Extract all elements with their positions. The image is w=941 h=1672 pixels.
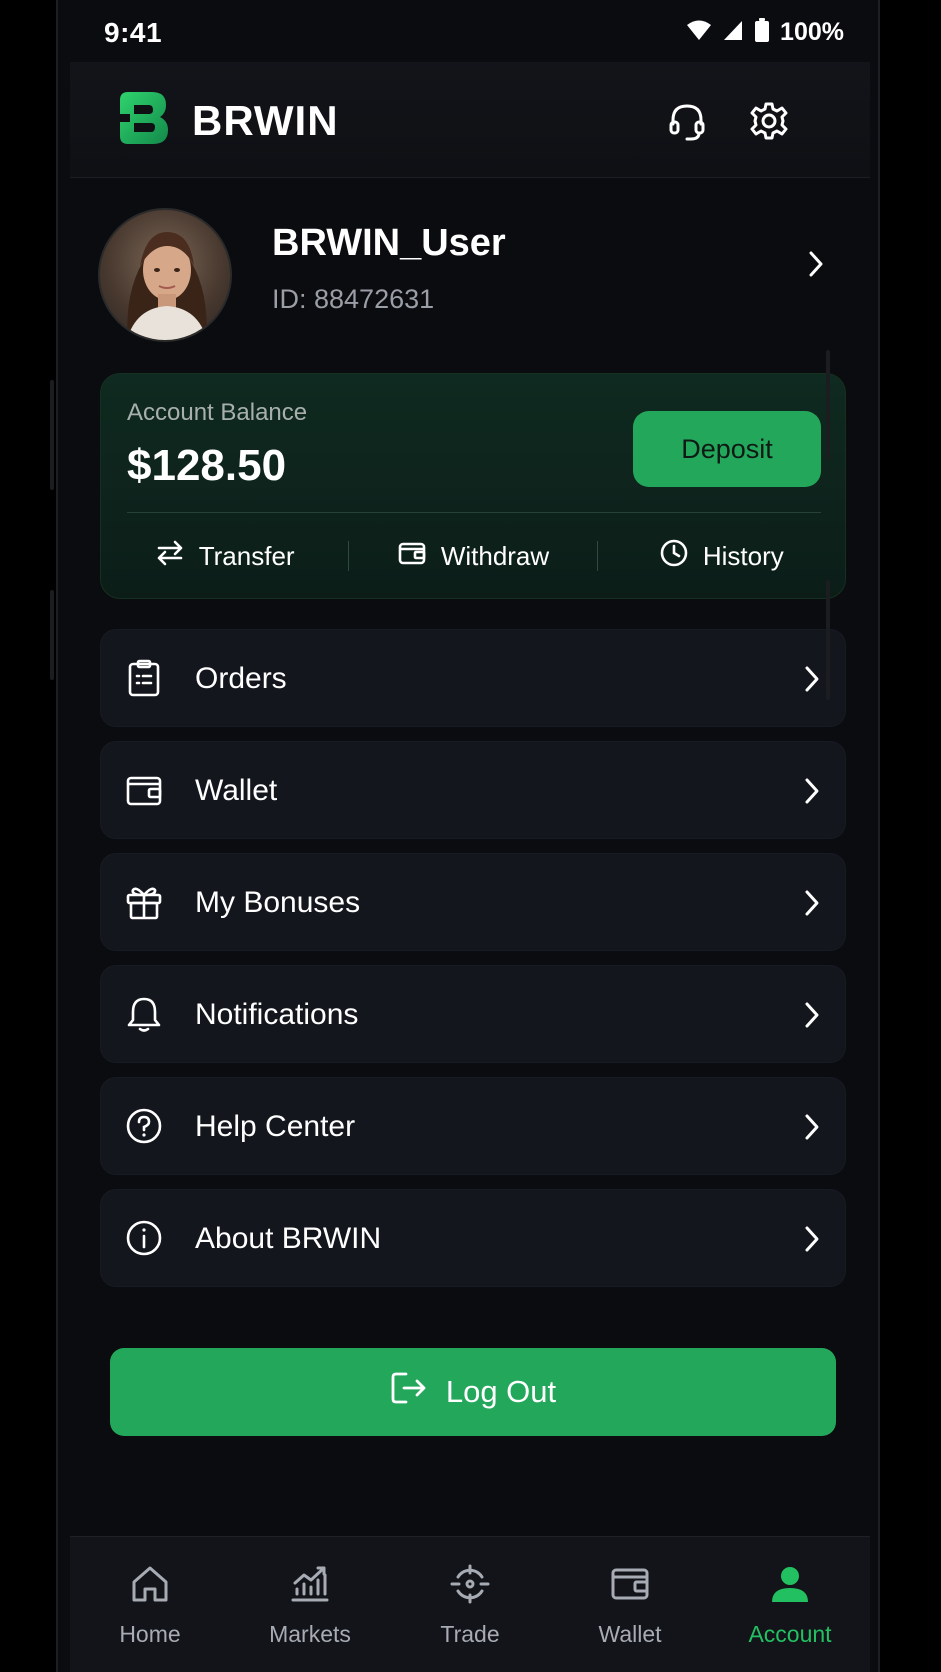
nav-item-markets[interactable]: Markets — [230, 1537, 390, 1672]
battery-percentage: 100% — [780, 18, 844, 46]
user-id: ID: 88472631 — [272, 284, 435, 314]
avatar — [98, 208, 232, 342]
wallet-icon — [397, 538, 427, 575]
user-icon — [769, 1563, 811, 1611]
menu-item-help-center[interactable]: Help Center — [100, 1077, 846, 1175]
menu-item-notifications[interactable]: Notifications — [100, 965, 846, 1063]
nav-item-account[interactable]: Account — [710, 1537, 870, 1672]
chevron-right-icon — [803, 664, 821, 699]
divider — [127, 512, 821, 513]
balance-card: Account Balance $128.50 Deposit Transfer — [100, 373, 846, 599]
bell-icon — [123, 993, 165, 1035]
chevron-right-icon — [803, 1224, 821, 1259]
menu-label: My Bonuses — [195, 886, 361, 919]
nav-label: Home — [119, 1621, 181, 1647]
chevron-right-icon — [806, 248, 826, 285]
logout-button[interactable]: Log Out — [110, 1348, 836, 1436]
menu-label: Notifications — [195, 998, 359, 1031]
history-button[interactable]: History — [598, 538, 845, 575]
nav-item-home[interactable]: Home — [70, 1537, 230, 1672]
headset-icon[interactable] — [664, 98, 710, 144]
nav-label: Trade — [440, 1621, 500, 1647]
chevron-right-icon — [803, 1000, 821, 1035]
trade-icon — [449, 1563, 491, 1611]
wallet-icon — [123, 769, 165, 811]
balance-label: Account Balance — [127, 399, 308, 426]
chevron-right-icon — [803, 776, 821, 811]
menu-item-about[interactable]: About BRWIN — [100, 1189, 846, 1287]
transfer-button[interactable]: Transfer — [101, 538, 348, 575]
info-icon — [123, 1217, 165, 1259]
balance-actions: Transfer Withdraw History — [101, 524, 845, 588]
history-label: History — [702, 540, 784, 571]
wifi-icon — [686, 19, 712, 46]
side-button — [50, 590, 54, 680]
home-icon — [129, 1563, 171, 1611]
menu-item-orders[interactable]: Orders — [100, 629, 846, 727]
bottom-nav: Home Markets Trade Wallet Account — [70, 1536, 870, 1672]
brand-name: BRWIN — [192, 96, 339, 144]
menu-label: Orders — [195, 662, 287, 695]
transfer-label: Transfer — [198, 540, 295, 571]
gift-icon — [123, 881, 165, 923]
nav-item-trade[interactable]: Trade — [390, 1537, 550, 1672]
signal-icon — [722, 19, 744, 46]
deposit-button[interactable]: Deposit — [633, 411, 821, 487]
battery-icon — [754, 18, 770, 47]
menu-item-wallet[interactable]: Wallet — [100, 741, 846, 839]
app-header: BRWIN — [70, 62, 870, 178]
nav-label: Account — [748, 1621, 832, 1647]
logout-icon — [390, 1370, 428, 1414]
balance-amount: $128.50 — [127, 441, 287, 490]
phone-screen: 9:41 100% BRWIN BRWIN_User ID: 88472631 … — [56, 0, 880, 1672]
chevron-right-icon — [803, 1112, 821, 1147]
question-icon — [123, 1105, 165, 1147]
nav-label: Markets — [269, 1621, 351, 1647]
chevron-right-icon — [803, 888, 821, 923]
logout-label: Log Out — [445, 1374, 557, 1409]
transfer-icon — [155, 538, 185, 575]
menu-label: About BRWIN — [195, 1222, 382, 1255]
chart-icon — [289, 1563, 331, 1611]
withdraw-button[interactable]: Withdraw — [349, 538, 596, 575]
logo-mark-icon — [116, 90, 172, 151]
volume-button — [50, 380, 54, 490]
nav-item-wallet[interactable]: Wallet — [550, 1537, 710, 1672]
withdraw-label: Withdraw — [440, 540, 550, 571]
clock-icon — [659, 538, 689, 575]
brand-logo: BRWIN — [116, 90, 339, 151]
status-time: 9:41 — [104, 17, 163, 48]
power-button — [826, 350, 830, 460]
status-icons: 100% — [686, 18, 844, 47]
gear-icon[interactable] — [746, 98, 792, 144]
menu-item-bonuses[interactable]: My Bonuses — [100, 853, 846, 951]
account-menu: Orders Wallet My Bonuses Notifications H… — [100, 629, 846, 1301]
menu-label: Wallet — [195, 774, 278, 807]
menu-label: Help Center — [195, 1110, 356, 1143]
side-button — [826, 580, 830, 700]
username: BRWIN_User — [272, 222, 506, 264]
profile-row[interactable]: BRWIN_User ID: 88472631 — [98, 208, 838, 344]
wallet-icon — [609, 1563, 651, 1611]
clipboard-icon — [123, 657, 165, 699]
nav-label: Wallet — [598, 1621, 662, 1647]
status-bar: 9:41 100% — [58, 0, 878, 62]
